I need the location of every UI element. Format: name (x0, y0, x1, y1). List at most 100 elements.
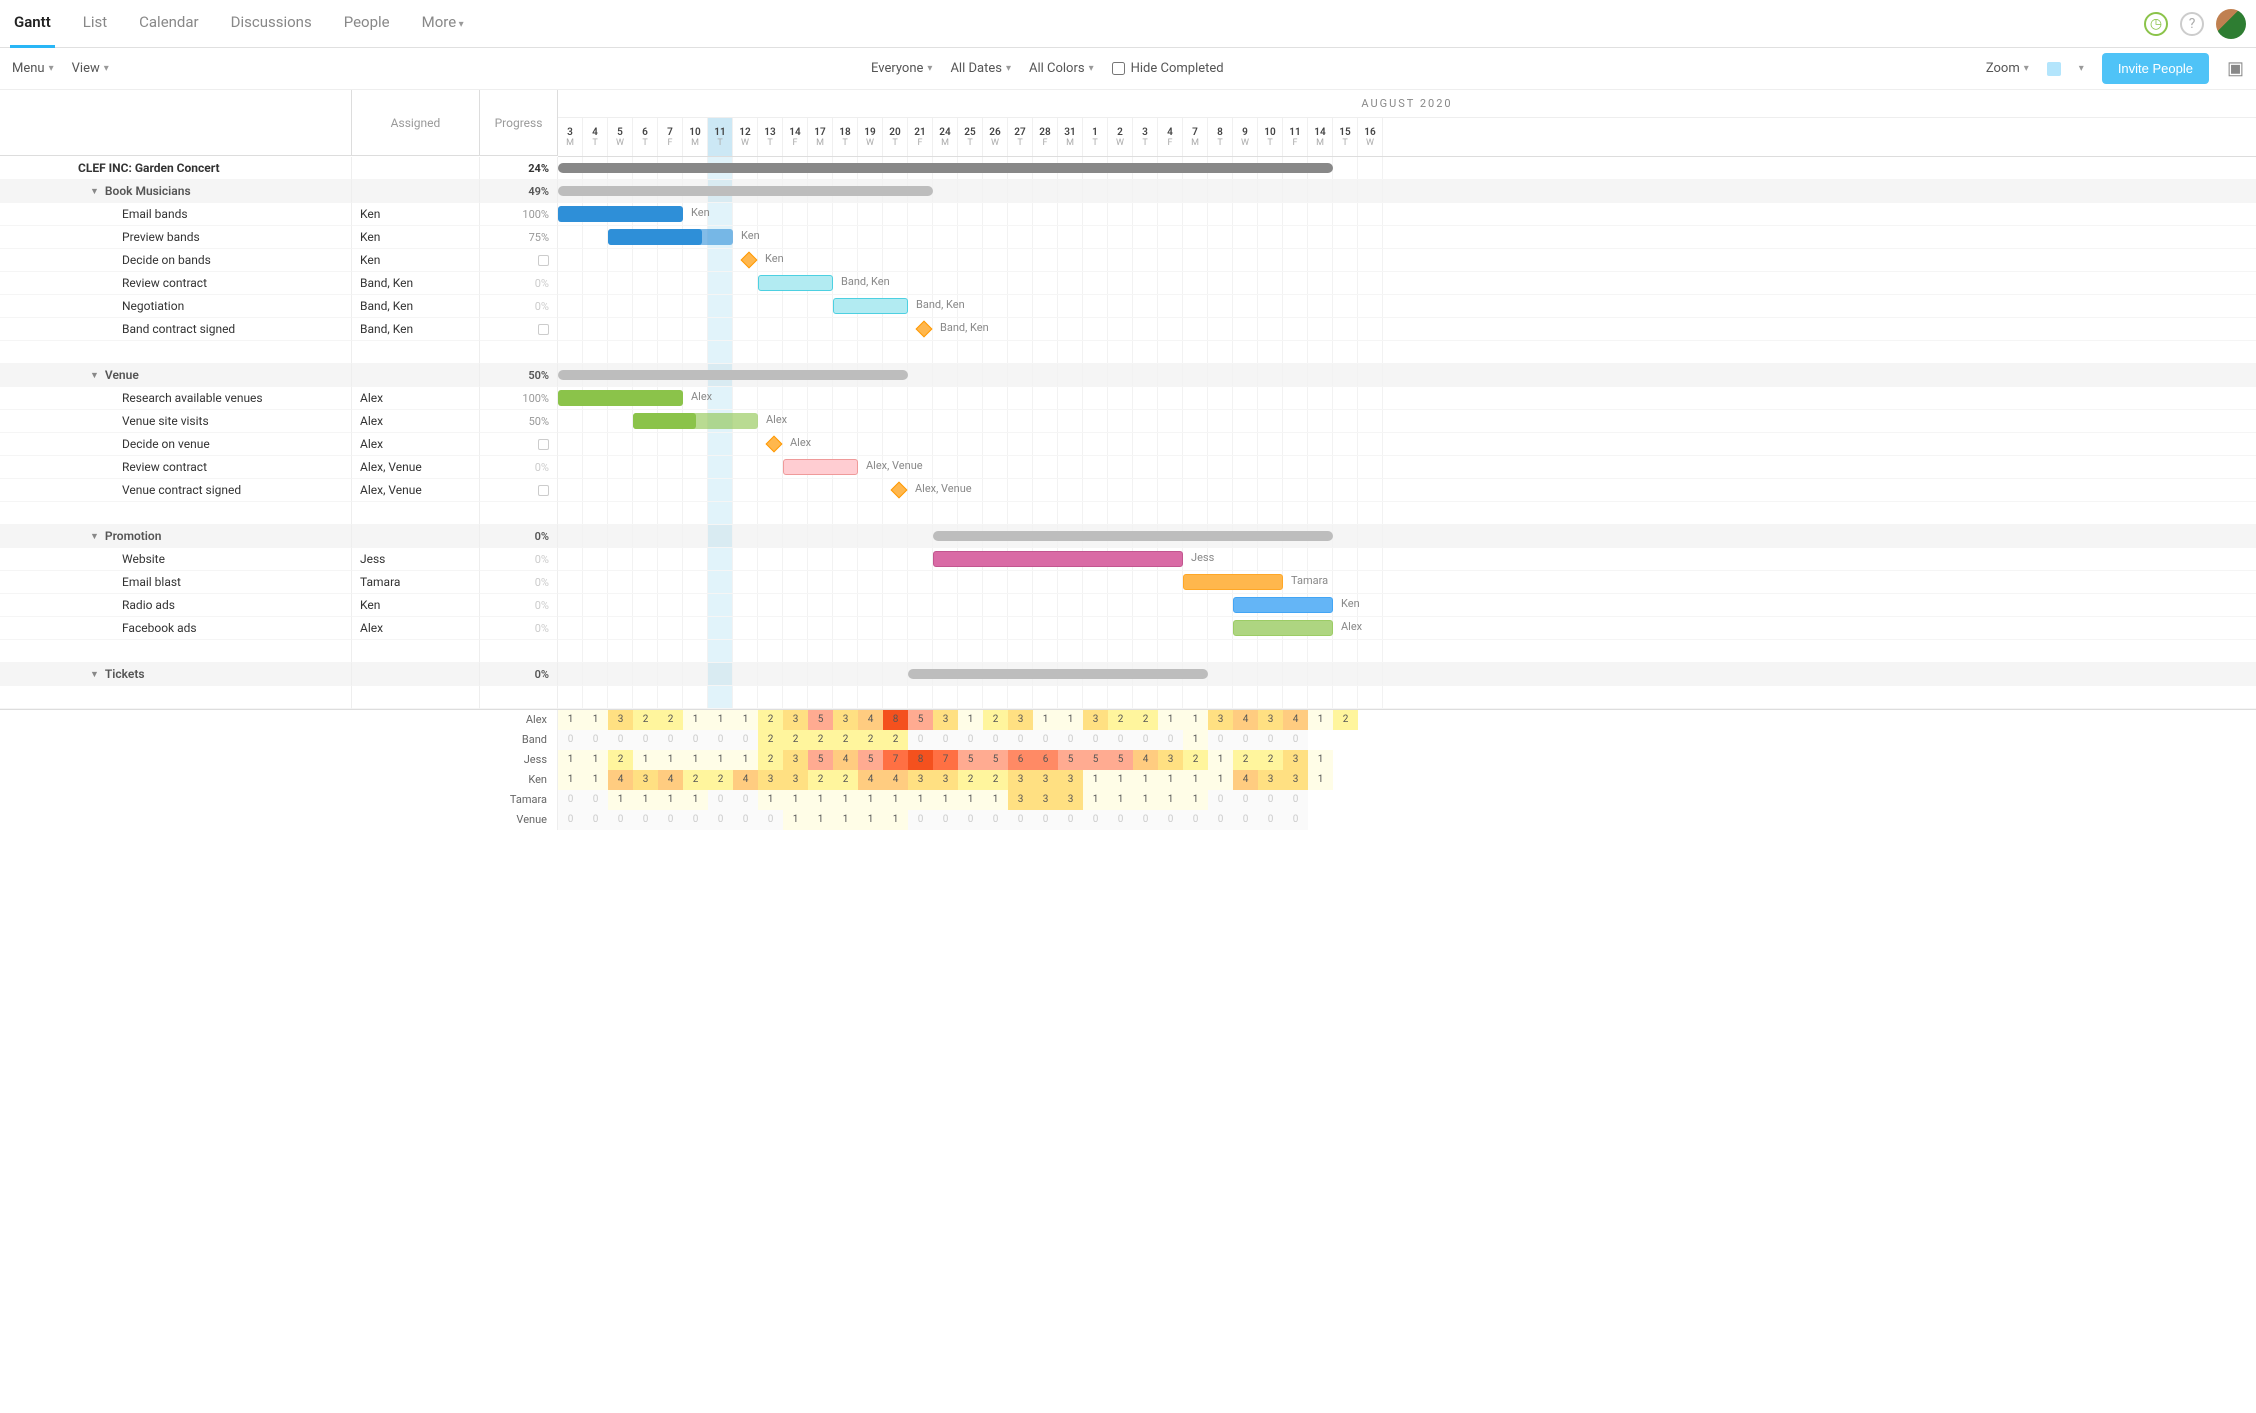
filter-everyone[interactable]: Everyone ▾ (871, 61, 932, 76)
progress-cell: 0% (480, 295, 558, 318)
workload-cell: 2 (783, 730, 808, 750)
workload-cell: 4 (833, 750, 858, 770)
gantt-cell[interactable]: Ken (558, 594, 2256, 617)
workload-cell: 1 (833, 790, 858, 810)
workload-cell: 1 (1108, 770, 1133, 790)
invite-people-button[interactable]: Invite People (2102, 53, 2209, 84)
workload-cell: 2 (833, 730, 858, 750)
day-cell: 15T (1333, 118, 1358, 156)
spacer (480, 640, 558, 663)
workload-cell: 1 (808, 810, 833, 830)
gantt-cell[interactable]: Alex (558, 617, 2256, 640)
workload-cell (1333, 790, 1358, 810)
progress-cell: 50% (480, 410, 558, 433)
spacer (0, 502, 352, 525)
color-swatch[interactable] (2047, 62, 2061, 76)
workload-cell: 1 (1033, 710, 1058, 730)
workload-cell: 5 (808, 710, 833, 730)
tab-discussions[interactable]: Discussions (227, 0, 316, 48)
gantt-cell[interactable]: Alex, Venue (558, 479, 2256, 502)
workload-cell (1308, 810, 1333, 830)
day-cell: 17M (808, 118, 833, 156)
workload-cell: 4 (658, 770, 683, 790)
tab-list[interactable]: List (79, 0, 111, 48)
workload-cell: 3 (933, 710, 958, 730)
workload-cell: 0 (583, 730, 608, 750)
clock-icon[interactable]: ◷ (2144, 12, 2168, 36)
assigned-cell (352, 525, 480, 548)
gantt-cell[interactable] (558, 157, 2256, 180)
gantt-cell[interactable] (558, 525, 2256, 548)
workload-cell: 0 (1033, 730, 1058, 750)
workload-cell: 1 (1308, 710, 1333, 730)
workload-cell: 1 (583, 710, 608, 730)
day-cell: 14F (783, 118, 808, 156)
day-cell: 26W (983, 118, 1008, 156)
progress-cell (480, 249, 558, 272)
avatar[interactable] (2216, 9, 2246, 39)
workload-cell: 0 (1058, 730, 1083, 750)
gantt-cell[interactable]: Ken (558, 226, 2256, 249)
gantt-cell[interactable]: Ken (558, 249, 2256, 272)
workload-row: Band000000002222220000000000010000 (0, 730, 2256, 750)
workload-cell: 2 (808, 770, 833, 790)
gantt-cell[interactable]: Alex (558, 433, 2256, 456)
month-label: AUGUST 2020 (1361, 97, 1452, 110)
gantt-cell[interactable] (558, 341, 2256, 364)
task-column-header (0, 90, 352, 156)
gantt-cell[interactable]: Band, Ken (558, 272, 2256, 295)
collapse-icon[interactable]: ▼ (90, 669, 99, 680)
export-icon[interactable]: ▣ (2227, 58, 2244, 79)
gantt-cell[interactable] (558, 180, 2256, 203)
gantt-cell[interactable]: Alex (558, 387, 2256, 410)
workload-cell: 1 (758, 790, 783, 810)
gantt-cell[interactable]: Tamara (558, 571, 2256, 594)
workload-cell: 0 (558, 790, 583, 810)
workload-cell: 1 (683, 750, 708, 770)
gantt-cell[interactable]: Band, Ken (558, 318, 2256, 341)
workload-person: Venue (0, 810, 558, 830)
workload-cell: 0 (1258, 790, 1283, 810)
filter-colors[interactable]: All Colors ▾ (1029, 61, 1094, 76)
spacer (352, 686, 480, 709)
workload-cell: 1 (558, 770, 583, 790)
workload-cell: 1 (808, 790, 833, 810)
day-cell: 18T (833, 118, 858, 156)
menu-dropdown[interactable]: Menu ▾ (12, 61, 54, 76)
workload-cell: 0 (908, 810, 933, 830)
workload-cell: 6 (1033, 750, 1058, 770)
hide-completed-checkbox[interactable]: Hide Completed (1112, 61, 1224, 76)
assigned-cell: Ken (352, 249, 480, 272)
gantt-cell[interactable]: Ken (558, 203, 2256, 226)
filter-dates[interactable]: All Dates ▾ (950, 61, 1011, 76)
gantt-cell[interactable] (558, 502, 2256, 525)
tab-people[interactable]: People (340, 0, 394, 48)
gantt-cell[interactable] (558, 364, 2256, 387)
collapse-icon[interactable]: ▼ (90, 531, 99, 542)
view-dropdown[interactable]: View ▾ (72, 61, 109, 76)
zoom-dropdown[interactable]: Zoom ▾ (1986, 61, 2029, 76)
gantt-cell[interactable]: Alex (558, 410, 2256, 433)
tab-gantt[interactable]: Gantt (10, 0, 55, 48)
workload-cell: 3 (1158, 750, 1183, 770)
collapse-icon[interactable]: ▼ (90, 370, 99, 381)
day-cell: 12W (733, 118, 758, 156)
gantt-cell[interactable] (558, 686, 2256, 709)
workload-cell: 3 (633, 770, 658, 790)
assigned-cell: Alex, Venue (352, 456, 480, 479)
assigned-cell: Alex (352, 410, 480, 433)
tab-more[interactable]: More ▾ (418, 0, 468, 48)
gantt-cell[interactable] (558, 640, 2256, 663)
help-icon[interactable]: ? (2180, 12, 2204, 36)
collapse-icon[interactable]: ▼ (90, 186, 99, 197)
gantt-cell[interactable] (558, 663, 2256, 686)
workload-cell: 1 (608, 790, 633, 810)
group-header: ▼Book Musicians (0, 180, 352, 203)
gantt-cell[interactable]: Alex, Venue (558, 456, 2256, 479)
gantt-cell[interactable]: Jess (558, 548, 2256, 571)
tab-calendar[interactable]: Calendar (135, 0, 203, 48)
gantt-cell[interactable]: Band, Ken (558, 295, 2256, 318)
workload-row: Jess1121111123545787556655543212231 (0, 750, 2256, 770)
workload-cell: 0 (658, 810, 683, 830)
progress-cell: 24% (480, 157, 558, 180)
